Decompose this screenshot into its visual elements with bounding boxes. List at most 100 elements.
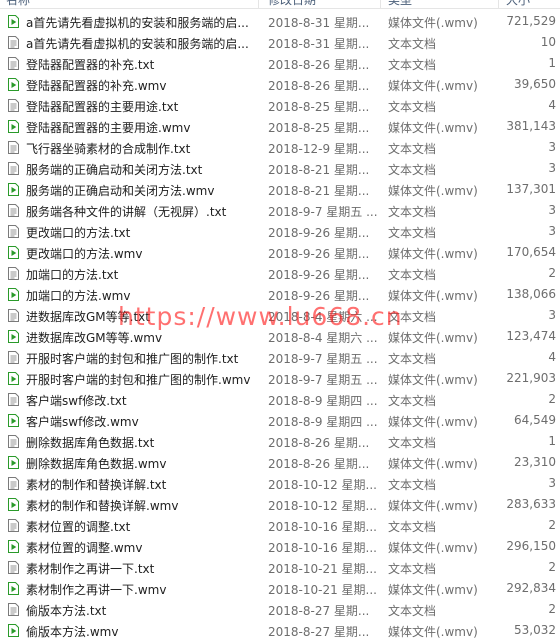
file-modified-date: 2018-8-9 星期四 ... <box>268 394 378 408</box>
file-name: 更改端口的方法.txt <box>26 226 131 240</box>
file-type: 文本文档 <box>388 604 437 618</box>
video-file-icon <box>8 456 19 469</box>
file-name: 登陆器配置器的补充.wmv <box>26 79 167 93</box>
file-modified-date: 2018-9-26 星期... <box>268 247 370 261</box>
file-row[interactable]: 素材制作之再讲一下.txt 2018-10-21 星期... 文本文档 2 <box>0 557 560 578</box>
file-type: 文本文档 <box>388 163 437 177</box>
file-size: 3 <box>548 476 556 490</box>
file-row[interactable]: 登陆器配置器的补充.wmv 2018-8-26 星期... 媒体文件(.wmv) 39… <box>0 74 560 95</box>
file-row[interactable]: 素材制作之再讲一下.wmv 2018-10-21 星期... 媒体文件(.wmv) 2… <box>0 578 560 599</box>
file-type: 文本文档 <box>388 562 437 576</box>
file-modified-date: 2018-8-26 星期... <box>268 457 370 471</box>
file-row[interactable]: 偷版本方法.wmv 2018-8-27 星期... 媒体文件(.wmv) 53,032 <box>0 620 560 641</box>
file-modified-date: 2018-9-7 星期五 ... <box>268 205 378 219</box>
video-file-icon <box>8 288 19 301</box>
file-size: 2 <box>548 392 556 406</box>
column-header-date[interactable]: 修改日期 <box>268 0 316 8</box>
file-row[interactable]: 服务端的正确启动和关闭方法.wmv 2018-8-21 星期... 媒体文件(.wm… <box>0 179 560 200</box>
text-file-icon <box>8 36 19 49</box>
video-file-icon <box>8 78 19 91</box>
file-type: 文本文档 <box>388 37 437 51</box>
file-modified-date: 2018-9-26 星期... <box>268 226 370 240</box>
file-name: 登陆器配置器的主要用途.txt <box>26 100 179 114</box>
file-name: 开服时客户端的封包和推广图的制作.txt <box>26 352 239 366</box>
file-name: a首先请先看虚拟机的安装和服务端的启... <box>26 16 249 30</box>
video-file-icon <box>8 330 19 343</box>
text-file-icon <box>8 225 19 238</box>
file-type: 文本文档 <box>388 226 437 240</box>
file-name: 登陆器配置器的补充.txt <box>26 58 155 72</box>
text-file-icon <box>8 519 19 532</box>
file-modified-date: 2018-8-31 星期... <box>268 37 370 51</box>
file-size: 292,834 <box>506 581 556 595</box>
column-divider[interactable] <box>258 0 259 8</box>
file-row[interactable]: 客户端swf修改.wmv 2018-8-9 星期四 ... 媒体文件(.wmv) 64… <box>0 410 560 431</box>
file-size: 39,650 <box>514 77 556 91</box>
column-header-type[interactable]: 类型 <box>388 0 412 8</box>
file-name: 偷版本方法.txt <box>26 604 107 618</box>
file-name: 删除数据库角色数据.wmv <box>26 457 167 471</box>
file-row[interactable]: 删除数据库角色数据.wmv 2018-8-26 星期... 媒体文件(.wmv) 23… <box>0 452 560 473</box>
column-header-size[interactable]: 大小 <box>506 0 530 8</box>
file-name: 素材的制作和替换详解.wmv <box>26 499 179 513</box>
file-type: 媒体文件(.wmv) <box>388 121 478 135</box>
column-header-name[interactable]: 名称 <box>6 0 30 8</box>
text-file-icon <box>8 435 19 448</box>
video-file-icon <box>8 372 19 385</box>
file-size: 53,032 <box>514 623 556 637</box>
file-size: 138,066 <box>506 287 556 301</box>
file-row[interactable]: 素材的制作和替换详解.wmv 2018-10-12 星期... 媒体文件(.wmv)… <box>0 494 560 515</box>
file-modified-date: 2018-8-27 星期... <box>268 625 370 639</box>
file-row[interactable]: 加端口的方法.wmv 2018-9-26 星期... 媒体文件(.wmv) 138,0… <box>0 284 560 305</box>
column-divider[interactable] <box>380 0 381 8</box>
file-row[interactable]: 进数据库改GM等等.wmv 2018-8-4 星期六 ... 媒体文件(.wmv) 1… <box>0 326 560 347</box>
file-modified-date: 2018-8-21 星期... <box>268 184 370 198</box>
file-name: 服务端的正确启动和关闭方法.wmv <box>26 184 215 198</box>
file-row[interactable]: 飞行器坐骑素材的合成制作.txt 2018-12-9 星期... 文本文档 3 <box>0 137 560 158</box>
file-modified-date: 2018-10-21 星期... <box>268 562 377 576</box>
file-row[interactable]: 客户端swf修改.txt 2018-8-9 星期四 ... 文本文档 2 <box>0 389 560 410</box>
file-type: 文本文档 <box>388 58 437 72</box>
file-size: 1 <box>548 434 556 448</box>
file-name: 素材制作之再讲一下.txt <box>26 562 155 576</box>
file-modified-date: 2018-10-21 星期... <box>268 583 377 597</box>
file-row[interactable]: 开服时客户端的封包和推广图的制作.wmv 2018-9-7 星期五 ... 媒体文件… <box>0 368 560 389</box>
file-row[interactable]: 登陆器配置器的补充.txt 2018-8-26 星期... 文本文档 1 <box>0 53 560 74</box>
file-name: 素材制作之再讲一下.wmv <box>26 583 167 597</box>
file-size: 3 <box>548 203 556 217</box>
file-row[interactable]: 删除数据库角色数据.txt 2018-8-26 星期... 文本文档 1 <box>0 431 560 452</box>
text-file-icon <box>8 477 19 490</box>
file-type: 文本文档 <box>388 142 437 156</box>
file-row[interactable]: 服务端的正确启动和关闭方法.txt 2018-8-21 星期... 文本文档 3 <box>0 158 560 179</box>
file-size: 3 <box>548 161 556 175</box>
file-modified-date: 2018-8-25 星期... <box>268 121 370 135</box>
file-row[interactable]: 素材的制作和替换详解.txt 2018-10-12 星期... 文本文档 3 <box>0 473 560 494</box>
file-row[interactable]: 开服时客户端的封包和推广图的制作.txt 2018-9-7 星期五 ... 文本文档… <box>0 347 560 368</box>
video-file-icon <box>8 498 19 511</box>
file-row[interactable]: 素材位置的调整.txt 2018-10-16 星期... 文本文档 2 <box>0 515 560 536</box>
text-file-icon <box>8 351 19 364</box>
file-size: 721,529 <box>506 14 556 28</box>
file-type: 媒体文件(.wmv) <box>388 541 478 555</box>
file-row[interactable]: 更改端口的方法.txt 2018-9-26 星期... 文本文档 3 <box>0 221 560 242</box>
file-row[interactable]: a首先请先看虚拟机的安装和服务端的启... 2018-8-31 星期... 媒体文件… <box>0 11 560 32</box>
file-modified-date: 2018-8-31 星期... <box>268 16 370 30</box>
text-file-icon <box>8 267 19 280</box>
file-type: 媒体文件(.wmv) <box>388 79 478 93</box>
file-row[interactable]: 偷版本方法.txt 2018-8-27 星期... 文本文档 2 <box>0 599 560 620</box>
file-row[interactable]: 登陆器配置器的主要用途.wmv 2018-8-25 星期... 媒体文件(.wmv)… <box>0 116 560 137</box>
file-row[interactable]: 更改端口的方法.wmv 2018-9-26 星期... 媒体文件(.wmv) 170,… <box>0 242 560 263</box>
text-file-icon <box>8 57 19 70</box>
video-file-icon <box>8 540 19 553</box>
file-list: a首先请先看虚拟机的安装和服务端的启... 2018-8-31 星期... 媒体文件… <box>0 11 560 641</box>
file-row[interactable]: 素材位置的调整.wmv 2018-10-16 星期... 媒体文件(.wmv) 296… <box>0 536 560 557</box>
file-row[interactable]: 服务端各种文件的讲解（无视屏）.txt 2018-9-7 星期五 ... 文本文档 3 <box>0 200 560 221</box>
file-modified-date: 2018-8-26 星期... <box>268 436 370 450</box>
file-row[interactable]: a首先请先看虚拟机的安装和服务端的启... 2018-8-31 星期... 文本文档… <box>0 32 560 53</box>
file-row[interactable]: 加端口的方法.txt 2018-9-26 星期... 文本文档 2 <box>0 263 560 284</box>
file-modified-date: 2018-10-12 星期... <box>268 478 377 492</box>
file-row[interactable]: 登陆器配置器的主要用途.txt 2018-8-25 星期... 文本文档 4 <box>0 95 560 116</box>
column-divider[interactable] <box>498 0 499 8</box>
file-row[interactable]: 进数据库改GM等等.txt 2018-8-4 星期六 ... 文本文档 3 <box>0 305 560 326</box>
file-modified-date: 2018-8-4 星期六 ... <box>268 310 378 324</box>
